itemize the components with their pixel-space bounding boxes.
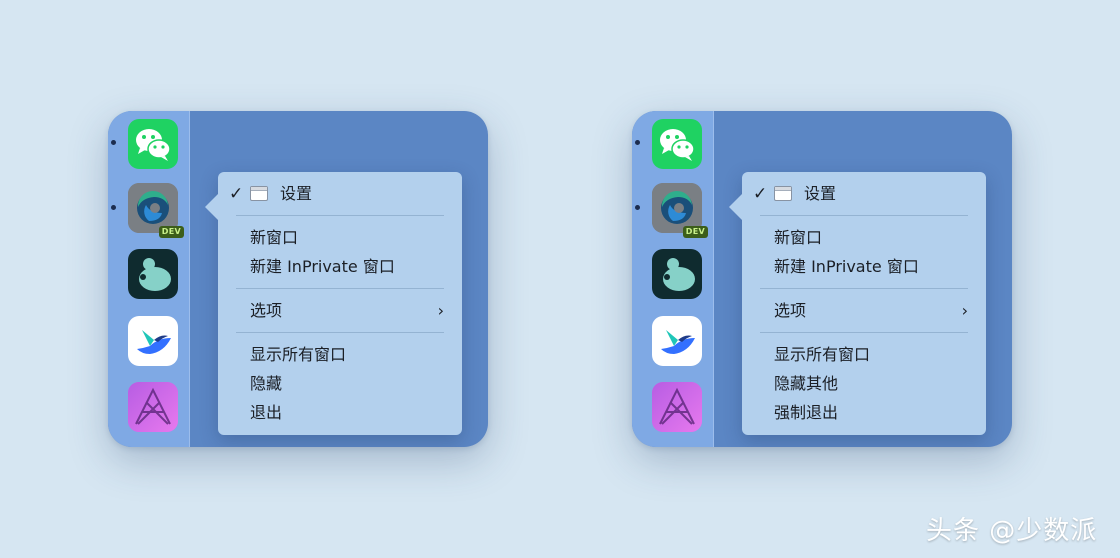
running-indicator bbox=[635, 140, 640, 145]
dock: DEV bbox=[632, 111, 714, 447]
wechat-icon[interactable] bbox=[128, 119, 178, 169]
menu-item-quit[interactable]: 退出 bbox=[250, 402, 444, 424]
affinity-photo-icon[interactable] bbox=[652, 382, 702, 432]
dock-context-panel-right: DEV ✓ 设置 新窗口 新建 InPrivate 窗口 选项 › 显示所有窗口… bbox=[632, 111, 1012, 447]
menu-item-new-window[interactable]: 新窗口 bbox=[774, 227, 968, 249]
separator bbox=[760, 288, 968, 289]
running-indicator bbox=[111, 205, 116, 210]
affinity-photo-icon[interactable] bbox=[128, 382, 178, 432]
camo-icon[interactable] bbox=[652, 249, 702, 299]
menu-item-settings[interactable]: 设置 bbox=[280, 183, 444, 205]
running-indicator bbox=[635, 205, 640, 210]
menu-item-hide[interactable]: 隐藏 bbox=[250, 373, 444, 395]
window-icon bbox=[774, 186, 792, 201]
dock-context-panel-left: DEV ✓ 设置 新窗口 新建 InPrivate 窗口 选项 › 显示所有窗口… bbox=[108, 111, 488, 447]
menu-item-show-all-windows[interactable]: 显示所有窗口 bbox=[250, 344, 444, 366]
menu-arrow bbox=[205, 194, 218, 220]
menu-item-options[interactable]: 选项 bbox=[250, 300, 444, 322]
menu-item-force-quit[interactable]: 强制退出 bbox=[774, 402, 968, 424]
menu-arrow bbox=[729, 194, 742, 220]
chevron-right-icon: › bbox=[437, 301, 444, 320]
separator bbox=[236, 288, 444, 289]
watermark: 头条 @少数派 bbox=[926, 516, 1098, 546]
checkmark-icon: ✓ bbox=[229, 184, 244, 204]
feishu-icon[interactable] bbox=[652, 316, 702, 366]
edge-dev-icon[interactable]: DEV bbox=[652, 183, 708, 238]
dev-badge: DEV bbox=[158, 226, 184, 238]
wechat-icon[interactable] bbox=[652, 119, 702, 169]
camo-icon[interactable] bbox=[128, 249, 178, 299]
menu-item-new-inprivate-window[interactable]: 新建 InPrivate 窗口 bbox=[774, 256, 968, 278]
chevron-right-icon: › bbox=[961, 301, 968, 320]
edge-dev-icon[interactable]: DEV bbox=[128, 183, 184, 238]
feishu-icon[interactable] bbox=[128, 316, 178, 366]
separator bbox=[760, 215, 968, 216]
dock: DEV bbox=[108, 111, 190, 447]
menu-item-settings[interactable]: 设置 bbox=[804, 183, 968, 205]
separator bbox=[236, 215, 444, 216]
dock-context-menu: ✓ 设置 新窗口 新建 InPrivate 窗口 选项 › 显示所有窗口 隐藏 … bbox=[205, 172, 462, 435]
separator bbox=[236, 332, 444, 333]
dock-context-menu: ✓ 设置 新窗口 新建 InPrivate 窗口 选项 › 显示所有窗口 隐藏其… bbox=[729, 172, 986, 435]
menu-item-hide-others[interactable]: 隐藏其他 bbox=[774, 373, 968, 395]
menu-item-show-all-windows[interactable]: 显示所有窗口 bbox=[774, 344, 968, 366]
running-indicator bbox=[111, 140, 116, 145]
separator bbox=[760, 332, 968, 333]
menu-item-options[interactable]: 选项 bbox=[774, 300, 968, 322]
window-icon bbox=[250, 186, 268, 201]
dev-badge: DEV bbox=[682, 226, 708, 238]
menu-item-new-window[interactable]: 新窗口 bbox=[250, 227, 444, 249]
menu-item-new-inprivate-window[interactable]: 新建 InPrivate 窗口 bbox=[250, 256, 444, 278]
checkmark-icon: ✓ bbox=[753, 184, 768, 204]
